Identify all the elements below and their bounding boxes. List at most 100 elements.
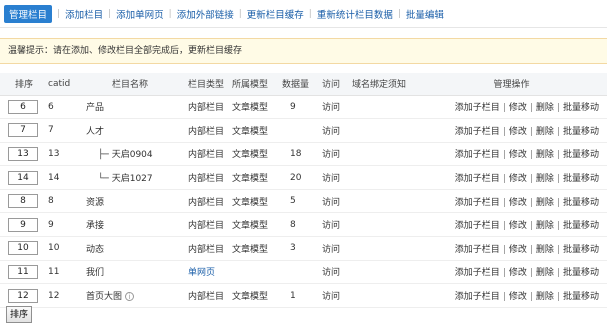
toolbar-item-4[interactable]: 添加外部链接 [177, 7, 234, 21]
ops-separator: | [502, 126, 506, 137]
visit-link[interactable]: 访问 [322, 165, 352, 190]
toolbar-item-6[interactable]: 重新统计栏目数据 [317, 7, 393, 21]
category-name: 天启0904 [111, 150, 153, 161]
op-link-4[interactable]: 批量移动 [563, 221, 599, 231]
info-icon[interactable]: i [125, 292, 135, 302]
ops-separator: | [556, 126, 560, 137]
op-link-3[interactable]: 删除 [536, 292, 554, 302]
catid-cell: 8 [48, 189, 78, 214]
op-link-2[interactable]: 修改 [509, 127, 527, 137]
toolbar-separator: | [238, 8, 242, 19]
sort-input[interactable]: 8 [8, 194, 38, 209]
op-link-2[interactable]: 修改 [509, 268, 527, 278]
sort-input[interactable]: 13 [8, 146, 38, 161]
sort-input[interactable]: 7 [8, 123, 38, 138]
op-link-4[interactable]: 批量移动 [563, 268, 599, 278]
count-cell: 5 [282, 189, 322, 214]
op-link-3[interactable]: 删除 [536, 103, 554, 113]
name-cell: 人才 [78, 118, 188, 143]
op-link-2[interactable]: 修改 [509, 198, 527, 208]
op-link-2[interactable]: 修改 [509, 221, 527, 231]
sort-input[interactable]: 14 [8, 170, 38, 185]
sort-input[interactable]: 9 [8, 217, 38, 232]
visit-link[interactable]: 访问 [322, 142, 352, 167]
op-link-1[interactable]: 添加子栏目 [455, 174, 500, 184]
visit-link[interactable]: 访问 [322, 283, 352, 308]
op-link-2[interactable]: 修改 [509, 150, 527, 160]
category-type: 内部栏目 [188, 221, 225, 232]
sort-input[interactable]: 11 [8, 264, 38, 279]
ops-cell: 添加子栏目 | 修改 | 删除 | 批量移动 [416, 142, 607, 167]
op-link-3[interactable]: 删除 [536, 198, 554, 208]
header-type: 栏目类型 [188, 73, 232, 96]
toolbar-item-3[interactable]: 添加单网页 [116, 7, 164, 21]
sort-cell: 8 [0, 189, 48, 214]
category-type: 内部栏目 [188, 174, 225, 185]
op-link-2[interactable]: 修改 [509, 245, 527, 255]
op-link-4[interactable]: 批量移动 [563, 245, 599, 255]
visit-link[interactable]: 访问 [322, 95, 352, 120]
op-link-1[interactable]: 添加子栏目 [455, 221, 500, 231]
op-link-1[interactable]: 添加子栏目 [455, 127, 500, 137]
toolbar-separator: | [57, 8, 61, 19]
visit-link[interactable]: 访问 [322, 236, 352, 261]
visit-link[interactable]: 访问 [322, 118, 352, 143]
catid-cell: 12 [48, 283, 78, 308]
sort-input[interactable]: 6 [8, 99, 38, 114]
ops-separator: | [502, 150, 506, 161]
op-link-1[interactable]: 添加子栏目 [455, 150, 500, 160]
count-cell: 18 [282, 142, 322, 167]
category-type: 内部栏目 [188, 244, 225, 255]
op-link-4[interactable]: 批量移动 [563, 103, 599, 113]
category-name: 资源 [86, 197, 105, 208]
visit-link[interactable]: 访问 [322, 189, 352, 214]
op-link-3[interactable]: 删除 [536, 268, 554, 278]
header-name: 栏目名称 [78, 73, 188, 96]
op-link-4[interactable]: 批量移动 [563, 198, 599, 208]
visit-link[interactable]: 访问 [322, 260, 352, 285]
op-link-4[interactable]: 批量移动 [563, 292, 599, 302]
sort-button[interactable]: 排序 [6, 306, 33, 323]
toolbar-item-7[interactable]: 批量编辑 [406, 7, 444, 21]
op-link-3[interactable]: 删除 [536, 221, 554, 231]
domain-cell [352, 189, 416, 214]
name-cell: └─ 天启1027 [78, 165, 188, 190]
op-link-3[interactable]: 删除 [536, 245, 554, 255]
model-cell: 文章模型 [232, 142, 282, 167]
sort-input[interactable]: 10 [8, 241, 38, 256]
op-link-1[interactable]: 添加子栏目 [455, 268, 500, 278]
op-link-2[interactable]: 修改 [509, 292, 527, 302]
ops-separator: | [556, 268, 560, 279]
op-link-1[interactable]: 添加子栏目 [455, 245, 500, 255]
category-type: 内部栏目 [188, 150, 225, 161]
op-link-4[interactable]: 批量移动 [563, 150, 599, 160]
type-cell: 内部栏目 [188, 142, 232, 167]
op-link-1[interactable]: 添加子栏目 [455, 103, 500, 113]
op-link-3[interactable]: 删除 [536, 127, 554, 137]
notice-banner: 温馨提示：请在添加、修改栏目全部完成后，更新栏目缓存 [0, 38, 607, 64]
toolbar-item-1[interactable]: 管理栏目 [4, 4, 53, 23]
op-link-4[interactable]: 批量移动 [563, 174, 599, 184]
ops-cell: 添加子栏目 | 修改 | 删除 | 批量移动 [416, 236, 607, 261]
count-cell: 8 [282, 212, 322, 238]
ops-cell: 添加子栏目 | 修改 | 删除 | 批量移动 [416, 95, 607, 120]
toolbar-item-2[interactable]: 添加栏目 [65, 7, 103, 21]
toolbar: 管理栏目 | 添加栏目 | 添加单网页 | 添加外部链接 | 更新栏目缓存 | 重新统计栏目数据 | 批… [0, 0, 607, 28]
visit-link[interactable]: 访问 [322, 212, 352, 238]
op-link-2[interactable]: 修改 [509, 174, 527, 184]
sort-input[interactable]: 12 [8, 288, 38, 303]
table-row: 6 6 产品 内部栏目 文章模型 9 访问 添加子栏目 | 修改 | 删除 | 批量移动 [0, 95, 607, 120]
header-model: 所属模型 [232, 73, 282, 96]
op-link-1[interactable]: 添加子栏目 [455, 292, 500, 302]
op-link-3[interactable]: 删除 [536, 150, 554, 160]
op-link-2[interactable]: 修改 [509, 103, 527, 113]
sort-cell: 12 [0, 283, 48, 308]
model-cell: 文章模型 [232, 283, 282, 308]
toolbar-separator: | [108, 8, 112, 19]
op-link-4[interactable]: 批量移动 [563, 127, 599, 137]
model-cell: 文章模型 [232, 236, 282, 261]
op-link-1[interactable]: 添加子栏目 [455, 198, 500, 208]
category-type[interactable]: 单网页 [188, 268, 215, 278]
op-link-3[interactable]: 删除 [536, 174, 554, 184]
toolbar-item-5[interactable]: 更新栏目缓存 [247, 7, 304, 21]
